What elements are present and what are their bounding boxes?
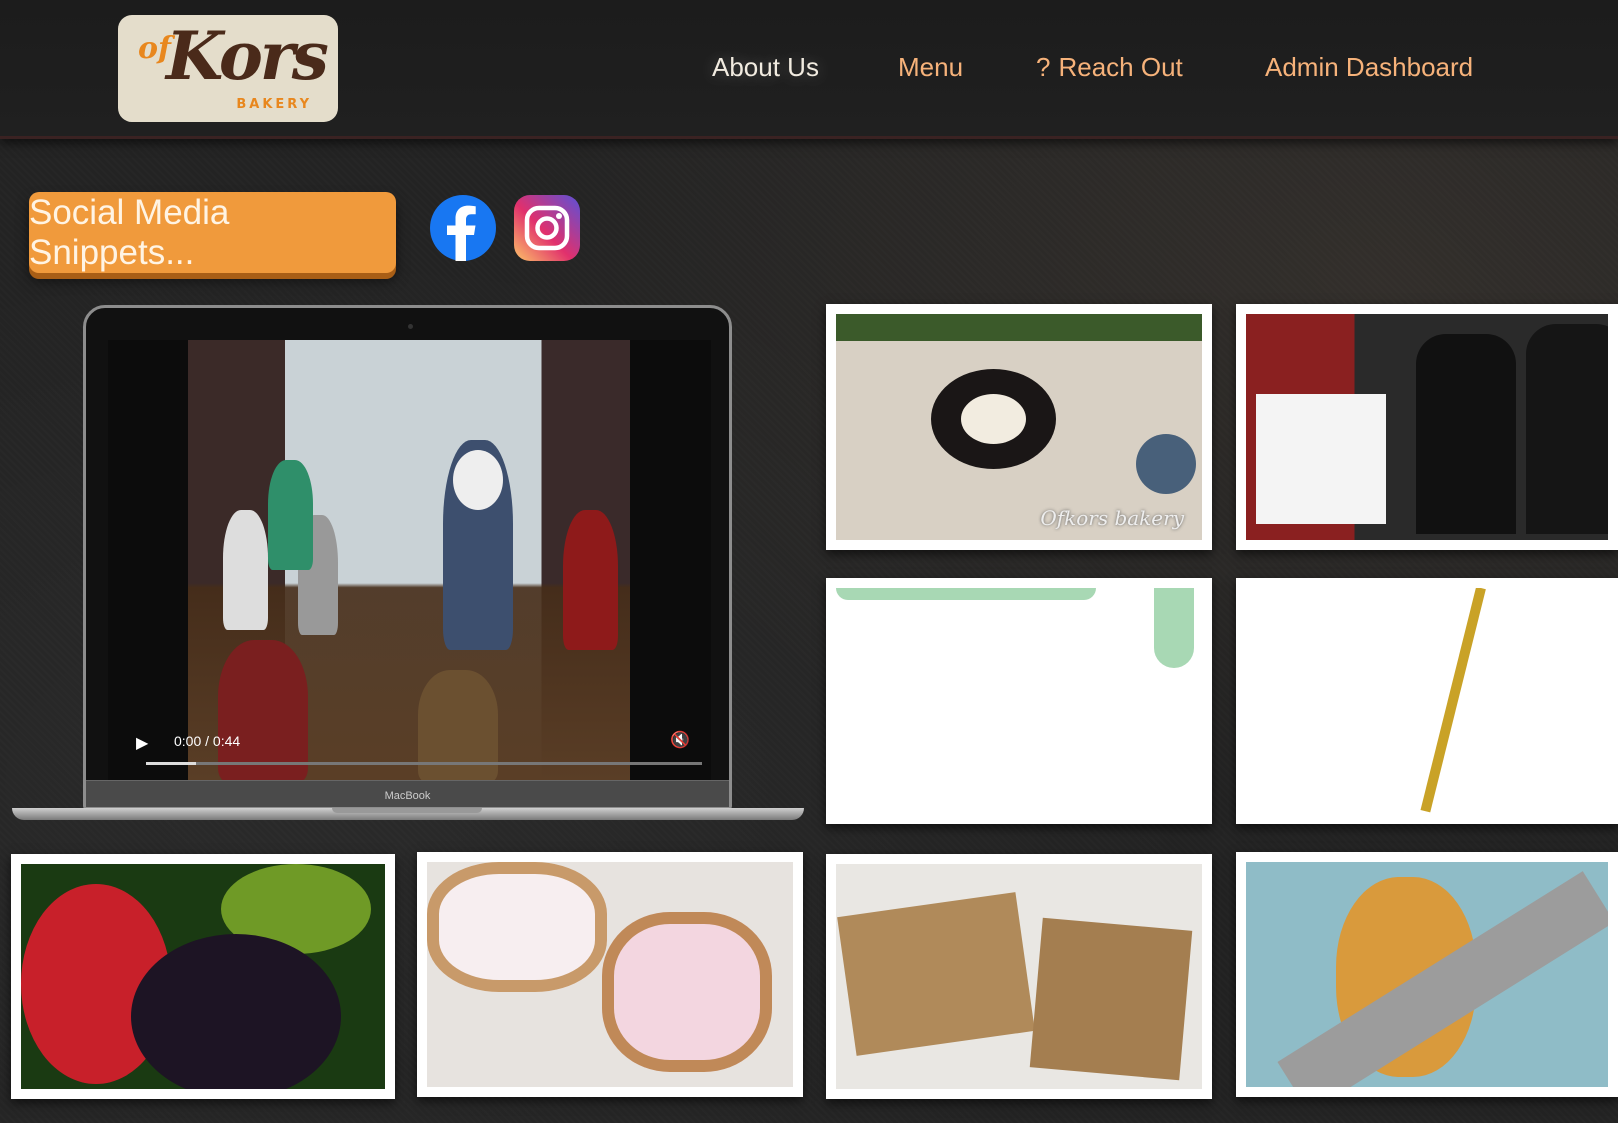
laptop-notch xyxy=(332,808,482,813)
gallery-photo-fruits[interactable] xyxy=(11,854,395,1099)
roll-cream xyxy=(961,394,1026,444)
camera-dot xyxy=(408,324,413,329)
gallery-photo-heart-cookies[interactable] xyxy=(417,852,803,1097)
video-still xyxy=(188,340,630,782)
nav-reach-out-label: Reach Out xyxy=(1058,52,1183,82)
ofkors-bakery-logo[interactable]: of Kors BAKERY xyxy=(118,15,338,122)
laptop-frame: ▶ 0:00 / 0:44 🔇 ⛶ ⋮ MacBook xyxy=(83,305,732,810)
gallery-tile-blank-2[interactable] xyxy=(1236,578,1618,824)
girl-foreground xyxy=(218,640,308,782)
nav-reach-out[interactable]: ? Reach Out xyxy=(1036,52,1183,83)
play-icon[interactable]: ▶ xyxy=(136,733,148,752)
instagram-icon[interactable] xyxy=(514,195,580,261)
green-swirl xyxy=(836,588,1096,600)
green-drip xyxy=(1154,588,1194,668)
video-progress-bar[interactable] xyxy=(146,762,702,765)
facebook-icon[interactable] xyxy=(430,195,496,261)
laptop-base xyxy=(12,808,804,820)
video-progress-fill xyxy=(146,762,197,765)
gallery-photo-staff[interactable] xyxy=(1236,304,1618,550)
video-player[interactable]: ▶ 0:00 / 0:44 🔇 ⛶ ⋮ xyxy=(108,340,711,782)
decor-flower xyxy=(1136,434,1196,494)
photo-fruits xyxy=(21,864,385,1089)
child-back xyxy=(418,670,498,782)
adult-green-shirt xyxy=(268,460,313,570)
gallery-photo-chocolate-roll[interactable]: Ofkors bakery xyxy=(826,304,1212,550)
nav-menu[interactable]: Menu xyxy=(898,52,963,83)
photo-staff xyxy=(1246,314,1608,540)
cake-slice-1 xyxy=(837,892,1035,1056)
photo-taped-croissant xyxy=(1246,862,1608,1087)
heart-cookie-1 xyxy=(427,862,607,992)
photo-loading-1 xyxy=(836,588,1202,814)
santa-beard xyxy=(453,450,503,510)
site-header: of Kors BAKERY About Us Menu ? Reach Out … xyxy=(0,0,1618,139)
photo-heart-cookies xyxy=(427,862,793,1087)
laptop-label: MacBook xyxy=(384,790,431,802)
mute-icon[interactable]: 🔇 xyxy=(670,730,690,749)
photo-chocolate-roll: Ofkors bakery xyxy=(836,314,1202,540)
heart-cookie-2 xyxy=(602,912,772,1072)
staff-person-1 xyxy=(1416,334,1516,534)
cake-slice-2 xyxy=(1029,917,1193,1081)
social-media-snippets-button[interactable]: Social Media Snippets... xyxy=(29,192,396,273)
gallery-tile-blank-1[interactable] xyxy=(826,578,1212,824)
gallery-photo-taped-croissant[interactable] xyxy=(1236,852,1618,1097)
nav-admin-dashboard[interactable]: Admin Dashboard xyxy=(1265,52,1473,83)
photo-loading-2 xyxy=(1246,588,1608,814)
child-white xyxy=(223,510,268,630)
blackberries xyxy=(131,934,341,1089)
gallery-photo-honey-cake[interactable] xyxy=(826,854,1212,1099)
staff-person-2 xyxy=(1526,324,1608,534)
video-time: 0:00 / 0:44 xyxy=(174,733,241,749)
photo-honey-cake xyxy=(836,864,1202,1089)
logo-kors-text: Kors xyxy=(166,17,329,95)
gold-stick xyxy=(1420,588,1486,813)
girl-red-dress xyxy=(563,510,618,650)
nav-about-us[interactable]: About Us xyxy=(712,52,819,83)
question-icon: ? xyxy=(1036,52,1051,82)
laptop-chin: MacBook xyxy=(86,780,729,807)
white-box xyxy=(1256,394,1386,524)
photo-caption: Ofkors bakery xyxy=(1040,506,1184,530)
logo-bakery-text: BAKERY xyxy=(236,97,312,112)
